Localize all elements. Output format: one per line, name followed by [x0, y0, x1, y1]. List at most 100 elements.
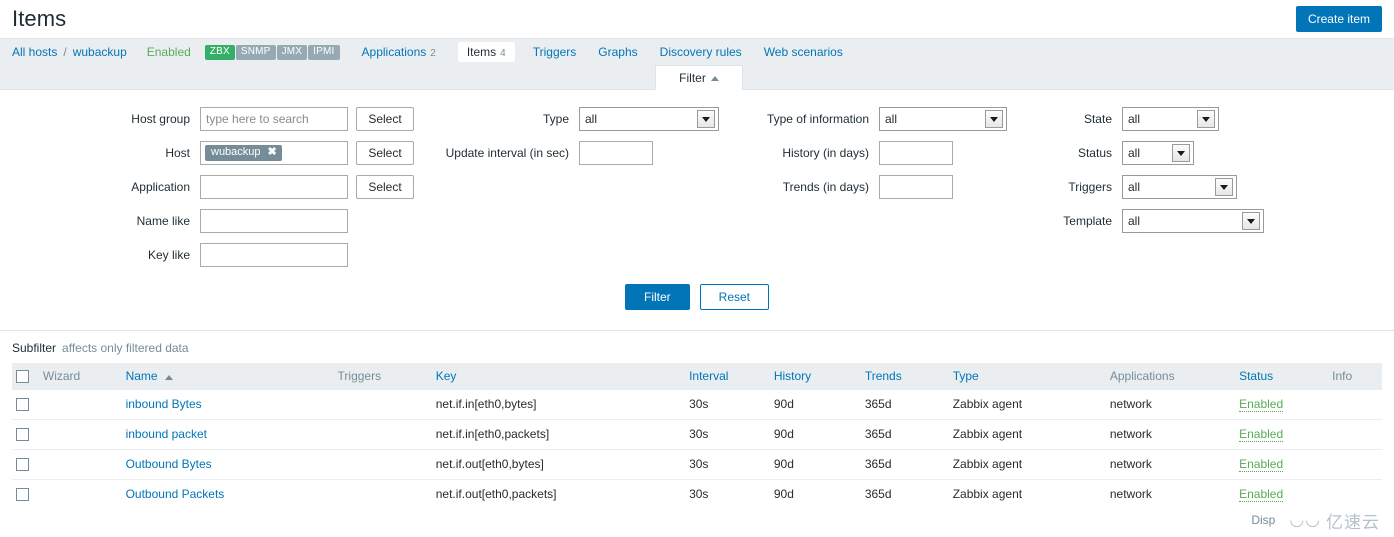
key-like-input[interactable] [200, 243, 348, 267]
host-multiselect[interactable]: wubackup ✖ [200, 141, 348, 165]
row-info-cell [1328, 419, 1382, 450]
row-wizard-cell [38, 388, 122, 420]
filter-tab[interactable]: Filter [655, 65, 743, 90]
type-of-information-label: Type of information [766, 112, 869, 126]
row-applications-cell: network [1105, 449, 1236, 480]
row-checkbox[interactable] [16, 458, 29, 472]
row-wizard-cell [38, 419, 122, 450]
host-chip-label: wubackup [211, 146, 261, 158]
template-select[interactable]: all [1122, 209, 1264, 233]
column-wizard: Wizard [38, 363, 122, 389]
update-interval-input[interactable] [579, 141, 653, 165]
filter-column-4: State all Status all Triggers all Templa… [1007, 102, 1264, 238]
type-of-information-select[interactable]: all [879, 107, 1007, 131]
breadcrumb-all-hosts[interactable]: All hosts [12, 45, 57, 59]
nav-web-scenarios[interactable]: Web scenarios [764, 45, 843, 59]
nav-discovery-rules-label: Discovery rules [659, 45, 742, 59]
item-name-link[interactable]: inbound Bytes [126, 397, 202, 411]
column-name[interactable]: Name [121, 363, 334, 389]
close-icon[interactable]: ✖ [268, 147, 277, 158]
host-group-label: Host group [131, 112, 190, 126]
select-all-checkbox[interactable] [16, 369, 29, 383]
row-key-cell: net.if.out[eth0,bytes] [431, 449, 686, 480]
breadcrumb-separator: / [63, 45, 67, 59]
column-trends[interactable]: Trends [860, 363, 949, 389]
nav-triggers[interactable]: Triggers [533, 45, 577, 59]
breadcrumb-host[interactable]: wubackup [73, 45, 127, 59]
item-name-link[interactable]: Outbound Bytes [126, 457, 212, 471]
status-badge[interactable]: Enabled [1239, 427, 1284, 442]
history-input[interactable] [879, 141, 953, 165]
triggers-select[interactable]: all [1122, 175, 1237, 199]
name-like-input[interactable] [200, 209, 348, 233]
column-key[interactable]: Key [431, 363, 686, 389]
column-status[interactable]: Status [1235, 363, 1329, 389]
filter-actions: Filter Reset [0, 272, 1394, 324]
nav-discovery-rules[interactable]: Discovery rules [660, 45, 742, 59]
filter-field-history: History (in days) [719, 136, 1007, 170]
row-applications-cell: network [1105, 419, 1236, 450]
items-table-wrap: Wizard Name Triggers Key Interval Histor… [0, 363, 1394, 510]
nav-graphs-label: Graphs [598, 45, 638, 59]
application-select-button[interactable]: Select [356, 175, 414, 199]
item-name-link[interactable]: inbound packet [126, 427, 207, 441]
row-status-cell: Enabled [1235, 449, 1329, 480]
status-badge[interactable]: Enabled [1239, 457, 1284, 472]
row-checkbox[interactable] [16, 488, 29, 502]
filter-field-trends: Trends (in days) [719, 170, 1007, 204]
nav-applications[interactable]: Applications 2 [362, 45, 436, 59]
row-triggers-cell [333, 388, 432, 420]
row-select-cell [12, 388, 39, 420]
nav-graphs[interactable]: Graphs [598, 45, 637, 59]
row-trends-cell: 365d [860, 388, 949, 420]
host-label: Host [165, 146, 190, 160]
filter-column-3: Type of information all History (in days… [719, 102, 1007, 204]
create-item-button[interactable]: Create item [1295, 5, 1382, 33]
select-all-header [12, 363, 39, 389]
column-interval[interactable]: Interval [685, 363, 770, 389]
column-applications: Applications [1105, 363, 1236, 389]
items-table: Wizard Name Triggers Key Interval Histor… [12, 363, 1382, 510]
row-history-cell: 90d [769, 419, 861, 450]
filter-form: Host group Select Host wubackup ✖ [0, 90, 1394, 331]
filter-field-update-interval: Update interval (in sec) [414, 136, 719, 170]
row-history-cell: 90d [769, 449, 861, 480]
column-type[interactable]: Type [948, 363, 1106, 389]
filter-field-type-of-information: Type of information all [719, 102, 1007, 136]
row-applications-cell: network [1105, 388, 1236, 420]
item-name-link[interactable]: Outbound Packets [126, 487, 225, 501]
subfilter: Subfilter affects only filtered data [0, 331, 1394, 363]
column-history[interactable]: History [769, 363, 861, 389]
nav-applications-count: 2 [430, 48, 436, 59]
state-select[interactable]: all [1122, 107, 1219, 131]
state-label: State [1083, 112, 1112, 126]
row-checkbox[interactable] [16, 428, 29, 442]
host-status-label: Enabled [146, 45, 191, 59]
filter-field-template: Template all [1007, 204, 1264, 238]
nav-items[interactable]: Items 4 [457, 42, 515, 62]
host-group-input[interactable] [200, 107, 348, 131]
chevron-up-icon [710, 75, 719, 81]
status-badge[interactable]: Enabled [1239, 397, 1284, 412]
filter-field-type: Type all [414, 102, 719, 136]
trends-input[interactable] [879, 175, 953, 199]
row-name-cell: inbound packet [121, 419, 334, 450]
status-select[interactable]: all [1122, 141, 1194, 165]
application-input[interactable] [200, 175, 348, 199]
filter-apply-button[interactable]: Filter [624, 284, 690, 310]
nav-items-label: Items [466, 45, 497, 59]
type-select[interactable]: all [579, 107, 719, 131]
chevron-down-icon [1197, 110, 1215, 128]
row-interval-cell: 30s [685, 449, 770, 480]
row-name-cell: Outbound Bytes [121, 449, 334, 480]
interface-badge-ipmi: IPMI [308, 44, 340, 60]
watermark-logo: ◡◡ 亿速云 [1289, 508, 1380, 533]
row-checkbox[interactable] [16, 398, 29, 412]
status-badge[interactable]: Enabled [1239, 487, 1284, 502]
host-select-button[interactable]: Select [356, 141, 414, 165]
subfilter-note: affects only filtered data [62, 341, 189, 355]
host-group-select-button[interactable]: Select [356, 107, 414, 131]
filter-reset-button[interactable]: Reset [699, 284, 770, 310]
row-select-cell [12, 419, 39, 450]
chevron-down-icon [1215, 178, 1233, 196]
